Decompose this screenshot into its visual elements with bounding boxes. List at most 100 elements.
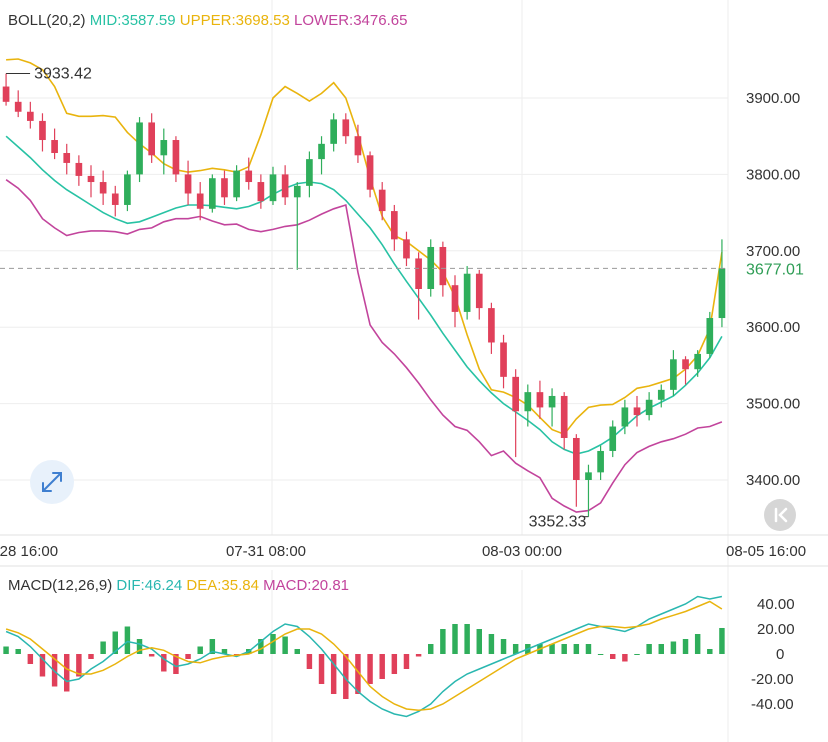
candle-body [87, 175, 95, 183]
macd-tick-label: -40.00 [751, 696, 794, 713]
chart-grid [0, 0, 828, 742]
chart-canvas: 3677.01 3933.42 3352.33 3900.00 3800.00 37… [0, 0, 828, 742]
candle-body [281, 174, 289, 198]
macd-tick-label: 0 [776, 646, 784, 663]
candle-body [75, 162, 83, 176]
price-tick-label: 3900.00 [746, 90, 800, 107]
candle-body [597, 450, 604, 473]
macd-bar [270, 634, 276, 654]
macd-bar [148, 654, 155, 657]
candle-body [378, 189, 386, 212]
candle-body [572, 437, 580, 480]
macd-bar [476, 629, 482, 654]
macd-axis: 40.00 20.00 0 -20.00 -40.00 [751, 596, 795, 713]
candle-body [233, 170, 240, 198]
candle-body [585, 472, 592, 480]
candle-body [257, 182, 265, 202]
macd-bar [330, 654, 337, 694]
candle-body [196, 193, 204, 209]
legend-item: DEA:35.84 [182, 577, 259, 594]
boll-legend: BOLL(20,2) MID:3587.59 UPPER:3698.53 LOW… [8, 12, 407, 29]
macd-bar [573, 644, 580, 654]
legend-item: MACD(12,26,9) [8, 577, 112, 594]
candle-body [657, 389, 665, 400]
candle-body [245, 170, 253, 183]
macd-bar [306, 654, 313, 669]
legend-item: LOWER:3476.65 [290, 12, 408, 29]
macd-bar [440, 629, 446, 654]
price-tick-label: 3500.00 [746, 396, 800, 413]
macd-bar [367, 654, 373, 684]
boll-lower-line [5, 179, 723, 513]
candle-body [548, 395, 556, 408]
candle-body [512, 376, 520, 412]
candle-body [342, 119, 350, 137]
macd-bar [658, 644, 664, 654]
macd-bar [597, 654, 604, 655]
legend-item: DIF:46.24 [112, 577, 182, 594]
candle-body [99, 182, 107, 194]
macd-bar [670, 641, 677, 654]
candle-body [269, 174, 277, 202]
macd-bar [27, 654, 34, 664]
macd-bar [415, 654, 422, 657]
macd-bar [282, 636, 288, 654]
expand-button[interactable] [30, 460, 74, 504]
candle-body [318, 143, 325, 160]
macd-bar [622, 654, 628, 662]
macd-bar [585, 644, 592, 654]
legend-item: MID:3587.59 [86, 12, 176, 29]
candle-body [390, 211, 398, 240]
macd-bar [403, 654, 410, 669]
time-tick-label: 08-05 16:00 [726, 543, 806, 560]
macd-bar [64, 654, 70, 692]
candle-body [670, 359, 677, 390]
candle-body [403, 239, 410, 259]
macd-bar [294, 649, 300, 654]
scroll-left-button[interactable] [764, 499, 796, 531]
macd-bar [694, 634, 701, 654]
candle-body [451, 285, 459, 312]
candle-body [14, 101, 22, 112]
macd-bar [719, 627, 725, 654]
time-tick-label: 08-03 00:00 [482, 543, 562, 560]
high-price-label: 3933.42 [34, 66, 92, 83]
candle-body [475, 273, 483, 309]
candle-body [306, 159, 313, 186]
macd-bar [88, 654, 94, 659]
time-tick-label: 07-31 08:00 [226, 543, 306, 560]
candle-body [330, 119, 338, 144]
price-tick-label: 3800.00 [746, 166, 800, 183]
time-tick-label: 07-28 16:00 [0, 543, 58, 560]
legend-item: MACD:20.81 [259, 577, 349, 594]
candle-body [354, 136, 362, 156]
macd-bar [464, 624, 470, 654]
candle-body [124, 174, 131, 205]
macd-bar [100, 641, 106, 654]
candle-body [524, 392, 532, 412]
candle-body [63, 153, 71, 163]
price-tick-label: 3700.00 [746, 243, 800, 260]
candle-body [463, 273, 471, 312]
candle-body [706, 318, 714, 354]
macd-bar [488, 634, 495, 654]
time-axis: 07-28 16:00 07-31 08:00 08-03 00:00 08-05 1… [0, 543, 806, 560]
price-tick-label: 3400.00 [746, 472, 800, 489]
candle-body [500, 342, 507, 377]
macd-bar [610, 654, 616, 659]
macd-tick-label: 20.00 [757, 621, 795, 638]
candle-body [621, 407, 629, 427]
macd-bar [634, 654, 640, 655]
candle-body [645, 399, 653, 416]
candle-body [536, 392, 544, 408]
candle-body [633, 407, 641, 416]
macd-bar [15, 649, 21, 654]
last-price-label: 3677.01 [746, 261, 804, 278]
candle-body [39, 120, 46, 141]
candle-body [51, 140, 58, 154]
macd-bar [391, 654, 398, 674]
macd-bar [318, 654, 325, 684]
boll-upper-line [6, 58, 723, 436]
macd-tick-label: -20.00 [751, 671, 794, 688]
candle-body [366, 155, 374, 190]
